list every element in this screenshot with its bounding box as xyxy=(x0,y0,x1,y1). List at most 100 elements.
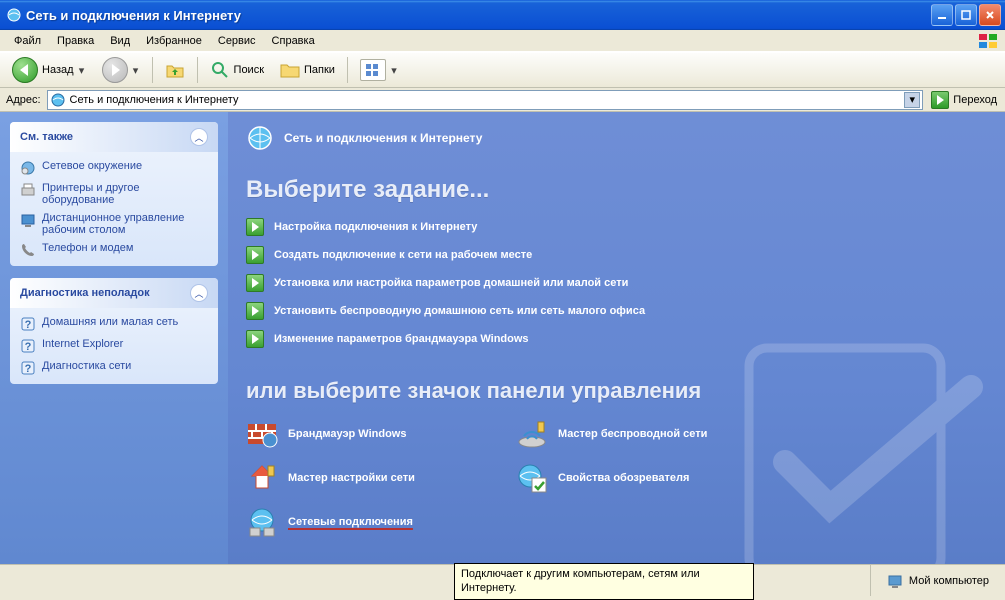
views-dropdown-icon[interactable]: ▾ xyxy=(390,64,398,77)
my-computer-icon xyxy=(887,573,903,589)
address-input[interactable]: Сеть и подключения к Интернету ▾ xyxy=(47,90,924,110)
addressbar: Адрес: Сеть и подключения к Интернету ▾ … xyxy=(0,88,1005,112)
cp-label: Свойства обозревателя xyxy=(558,472,689,484)
see-also-title: См. также xyxy=(20,131,73,143)
folders-button[interactable]: Папки xyxy=(274,57,341,83)
cp-label: Мастер беспроводной сети xyxy=(558,428,707,440)
help-icon: ? xyxy=(20,316,36,332)
task-label: Настройка подключения к Интернету xyxy=(274,221,477,233)
sidebar-item-phone-modem[interactable]: Телефон и модем xyxy=(20,242,208,258)
help-icon: ? xyxy=(20,360,36,376)
menubar: Файл Правка Вид Избранное Сервис Справка xyxy=(0,30,1005,52)
forward-icon xyxy=(102,57,128,83)
sidebar-item-ie[interactable]: ? Internet Explorer xyxy=(20,338,208,354)
internet-options-icon xyxy=(516,462,548,494)
address-dropdown-icon[interactable]: ▾ xyxy=(904,92,920,108)
sidebar-item-net-diag[interactable]: ? Диагностика сети xyxy=(20,360,208,376)
content-header: Сеть и подключения к Интернету xyxy=(246,122,987,154)
search-icon xyxy=(210,60,230,80)
troubleshoot-body: ? Домашняя или малая сеть ? Internet Exp… xyxy=(10,308,218,384)
menu-edit[interactable]: Правка xyxy=(49,33,102,49)
cp-label: Мастер настройки сети xyxy=(288,472,415,484)
tooltip: Подключает к другим компьютерам, сетям и… xyxy=(454,563,754,600)
titlebar: Сеть и подключения к Интернету xyxy=(0,0,1005,30)
arrow-icon xyxy=(246,218,264,236)
task-list: Настройка подключения к Интернету Создат… xyxy=(246,218,987,348)
search-button[interactable]: Поиск xyxy=(204,57,270,83)
arrow-icon xyxy=(246,246,264,264)
svg-text:?: ? xyxy=(25,363,32,375)
window-title: Сеть и подключения к Интернету xyxy=(26,8,931,23)
content-pane: Сеть и подключения к Интернету Выберите … xyxy=(228,112,1005,564)
task-workplace-connection[interactable]: Создать подключение к сети на рабочем ме… xyxy=(246,246,987,264)
sidebar-item-label: Internet Explorer xyxy=(42,338,123,350)
back-label: Назад xyxy=(42,64,74,76)
address-label: Адрес: xyxy=(4,94,43,106)
back-dropdown-icon[interactable]: ▾ xyxy=(78,64,86,77)
collapse-icon[interactable]: ︿ xyxy=(190,284,208,302)
go-button[interactable]: Переход xyxy=(927,90,1001,110)
minimize-button[interactable] xyxy=(931,4,953,26)
separator xyxy=(347,57,348,83)
title-buttons xyxy=(931,4,1001,26)
go-label: Переход xyxy=(953,94,997,106)
up-button[interactable] xyxy=(159,57,191,83)
troubleshoot-header[interactable]: Диагностика неполадок ︿ xyxy=(10,278,218,308)
separator xyxy=(152,57,153,83)
menu-help[interactable]: Справка xyxy=(264,33,323,49)
address-icon xyxy=(50,92,66,108)
see-also-header[interactable]: См. также ︿ xyxy=(10,122,218,152)
statusbar: Подключает к другим компьютерам, сетям и… xyxy=(0,564,1005,596)
body-area: См. также ︿ Сетевое окружение Принтеры и… xyxy=(0,112,1005,564)
menu-view[interactable]: Вид xyxy=(102,33,138,49)
printers-icon xyxy=(20,182,36,198)
sidebar-item-label: Сетевое окружение xyxy=(42,160,142,172)
cp-label: Сетевые подключения xyxy=(288,516,413,528)
wireless-wizard-icon xyxy=(516,418,548,450)
menu-favorites[interactable]: Избранное xyxy=(138,33,210,49)
folders-icon xyxy=(280,60,300,80)
network-wizard-icon xyxy=(246,462,278,494)
control-panel-icons: Брандмауэр Windows Мастер беспроводной с… xyxy=(246,418,987,538)
cp-wireless-wizard[interactable]: Мастер беспроводной сети xyxy=(516,418,756,450)
cp-firewall[interactable]: Брандмауэр Windows xyxy=(246,418,486,450)
back-button[interactable]: Назад ▾ xyxy=(6,54,92,86)
task-internet-setup[interactable]: Настройка подключения к Интернету xyxy=(246,218,987,236)
task-label: Установка или настройка параметров домаш… xyxy=(274,277,628,289)
collapse-icon[interactable]: ︿ xyxy=(190,128,208,146)
troubleshoot-title: Диагностика неполадок xyxy=(20,287,150,299)
see-also-panel: См. также ︿ Сетевое окружение Принтеры и… xyxy=(10,122,218,266)
sidebar-item-label: Домашняя или малая сеть xyxy=(42,316,178,328)
status-location: Мой компьютер xyxy=(870,565,1005,596)
cp-internet-options[interactable]: Свойства обозревателя xyxy=(516,462,756,494)
network-connections-icon xyxy=(246,506,278,538)
firewall-icon xyxy=(246,418,278,450)
views-button[interactable]: ▾ xyxy=(354,56,404,84)
sidebar-item-network-places[interactable]: Сетевое окружение xyxy=(20,160,208,176)
sidebar-item-remote-desktop[interactable]: Дистанционное управление рабочим столом xyxy=(20,212,208,236)
maximize-button[interactable] xyxy=(955,4,977,26)
sidebar-item-home-network[interactable]: ? Домашняя или малая сеть xyxy=(20,316,208,332)
arrow-icon xyxy=(246,302,264,320)
menu-file[interactable]: Файл xyxy=(6,33,49,49)
close-button[interactable] xyxy=(979,4,1001,26)
task-label: Создать подключение к сети на рабочем ме… xyxy=(274,249,532,261)
task-firewall-settings[interactable]: Изменение параметров брандмауэра Windows xyxy=(246,330,987,348)
window-icon xyxy=(6,7,22,23)
task-home-network-setup[interactable]: Установка или настройка параметров домаш… xyxy=(246,274,987,292)
forward-button[interactable]: ▾ xyxy=(96,54,146,86)
cp-label: Брандмауэр Windows xyxy=(288,428,406,440)
address-value: Сеть и подключения к Интернету xyxy=(70,94,239,106)
up-folder-icon xyxy=(165,60,185,80)
sidebar-item-label: Дистанционное управление рабочим столом xyxy=(42,212,208,236)
sidebar-item-label: Телефон и модем xyxy=(42,242,133,254)
help-icon: ? xyxy=(20,338,36,354)
cp-network-wizard[interactable]: Мастер настройки сети xyxy=(246,462,486,494)
search-label: Поиск xyxy=(234,64,264,76)
task-wireless-setup[interactable]: Установить беспроводную домашнюю сеть ил… xyxy=(246,302,987,320)
cp-network-connections[interactable]: Сетевые подключения xyxy=(246,506,486,538)
sidebar-item-printers[interactable]: Принтеры и другое оборудование xyxy=(20,182,208,206)
sidebar: См. также ︿ Сетевое окружение Принтеры и… xyxy=(0,112,228,564)
menu-service[interactable]: Сервис xyxy=(210,33,264,49)
forward-dropdown-icon[interactable]: ▾ xyxy=(132,64,140,77)
